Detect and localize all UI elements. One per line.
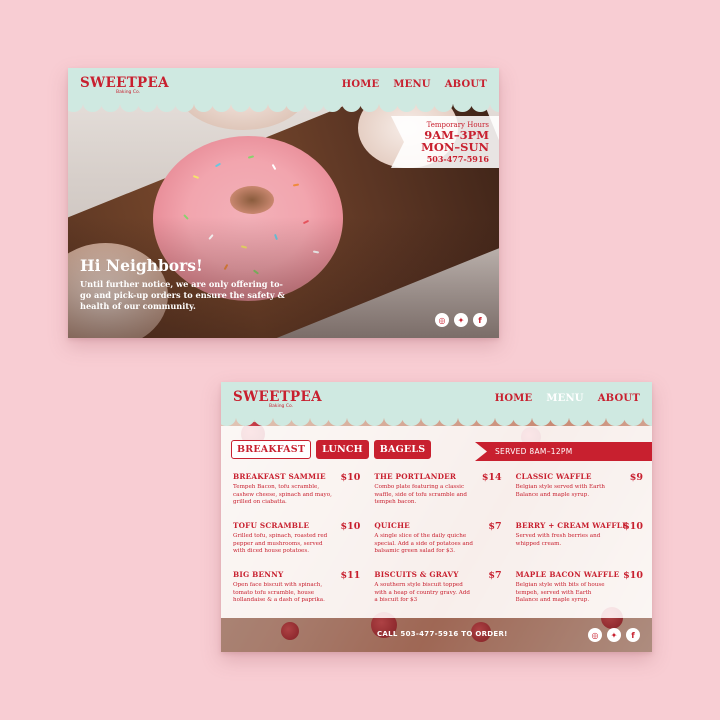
scallop [365,416,384,426]
scallop [291,416,310,426]
brand-name: SWEETPEA [80,75,169,91]
menu-items: BREAKFAST SAMMIE $10 Tempeh Bacon, tofu sc… [233,472,643,610]
scallop [383,416,403,426]
scallop [138,102,157,112]
scallop [457,416,477,426]
scallop [212,102,231,112]
scallop [101,102,120,112]
menu-item: TOFU SCRAMBLE $10 Grilled tofu, spinach, r… [233,521,361,555]
welcome-text: Until further notice, we are only offeri… [80,279,285,311]
site-header: SWEETPEA Baking Co. HOME MENU ABOUT [68,68,499,112]
menu-item: THE PORTLANDER $14 Combo plate featuring a… [374,472,502,506]
call-to-order[interactable]: CALL 503-477-5916 TO ORDER! [377,630,508,638]
scallop [434,102,453,112]
scallop-edge [221,416,652,426]
scallop [272,416,292,426]
scallop [82,102,102,112]
scallop [341,102,361,112]
scallop [642,416,652,426]
scallop [415,102,435,112]
main-nav: HOME MENU ABOUT [342,79,487,90]
tab-bagels[interactable]: BAGELS [373,440,432,459]
nav-menu[interactable]: MENU [393,79,430,90]
welcome-heading: Hi Neighbors! [80,256,203,275]
scallop-edge [68,102,499,112]
menu-item: QUICHE $7 A single slice of the daily quic… [374,521,502,555]
menu-item: BREAKFAST SAMMIE $10 Tempeh Bacon, tofu sc… [233,472,361,506]
scallop [230,102,250,112]
scallop [605,416,625,426]
scallop [489,102,499,112]
tab-breakfast[interactable]: BREAKFAST [231,440,312,459]
scallop [235,416,255,426]
scallop [397,102,416,112]
scallop [476,416,495,426]
twitter-icon[interactable]: ✦ [454,313,468,327]
instagram-icon[interactable]: ◎ [435,313,449,327]
welcome-message: Hi Neighbors! Until further notice, we a… [80,256,290,312]
nav-about[interactable]: ABOUT [445,79,487,90]
scallop [452,102,472,112]
scallop [323,102,342,112]
scallop [531,416,551,426]
scallop [175,102,194,112]
scallop [119,102,139,112]
menu-tabs: BREAKFAST LUNCH BAGELS [231,440,432,459]
social-links: ◎ ✦ f [588,628,640,642]
site-header: SWEETPEA Baking Co. HOME MENU ABOUT [221,382,652,426]
scallop [193,102,213,112]
scallop [568,416,588,426]
scallop [156,102,176,112]
scallop [346,416,366,426]
scallop [267,102,287,112]
scallop [221,416,236,426]
scallop [249,102,268,112]
nav-home[interactable]: HOME [342,79,380,90]
twitter-icon[interactable]: ✦ [607,628,621,642]
hours-time: 9AM–3PM MON–SUN [421,128,489,154]
scallop [309,416,329,426]
brand-logo[interactable]: SWEETPEA Baking Co. [80,76,169,96]
scallop [402,416,421,426]
scallop [420,416,440,426]
menu-item: BISCUITS & GRAVY $7 A southern style biscu… [374,570,502,604]
homepage-card: SWEETPEA Baking Co. HOME MENU ABOUT Temp… [68,68,499,338]
tab-lunch[interactable]: LUNCH [316,440,369,459]
menu-item: BIG BENNY $11 Open face biscuit with spina… [233,570,361,604]
served-hours-banner: SERVED 8AM–12PM [475,442,652,461]
scallop [360,102,379,112]
facebook-icon[interactable]: f [473,313,487,327]
hours-banner: Temporary Hours 9AM–3PM MON–SUN 503-477-… [391,116,499,168]
scallop [378,102,398,112]
instagram-icon[interactable]: ◎ [588,628,602,642]
brand-name: SWEETPEA [233,389,322,405]
menu-card: SWEETPEA Baking Co. HOME MENU ABOUT BREA… [221,382,652,652]
scallop [304,102,324,112]
order-footer: CALL 503-477-5916 TO ORDER! ◎ ✦ f [221,618,652,652]
scallop [439,416,458,426]
scallop [624,416,643,426]
nav-about[interactable]: ABOUT [598,393,640,404]
phone-number[interactable]: 503-477-5916 [427,154,489,164]
scallop [254,416,273,426]
menu-item: CLASSIC WAFFLE $9 Belgian style served wit… [515,472,643,498]
scallop [550,416,569,426]
facebook-icon[interactable]: f [626,628,640,642]
menu-item: BERRY + CREAM WAFFLE $10 Served with fresh… [515,521,643,547]
main-nav: HOME MENU ABOUT [495,393,640,404]
scallop [494,416,514,426]
nav-home[interactable]: HOME [495,393,533,404]
social-links: ◎ ✦ f [435,313,487,327]
scallop [513,416,532,426]
brand-logo[interactable]: SWEETPEA Baking Co. [233,390,322,410]
nav-menu[interactable]: MENU [546,393,583,404]
scallop [471,102,490,112]
scallop [587,416,606,426]
scallop [328,416,347,426]
menu-item: MAPLE BACON WAFFLE $10 Belgian style with … [515,570,643,604]
scallop [286,102,305,112]
scallop [68,102,83,112]
